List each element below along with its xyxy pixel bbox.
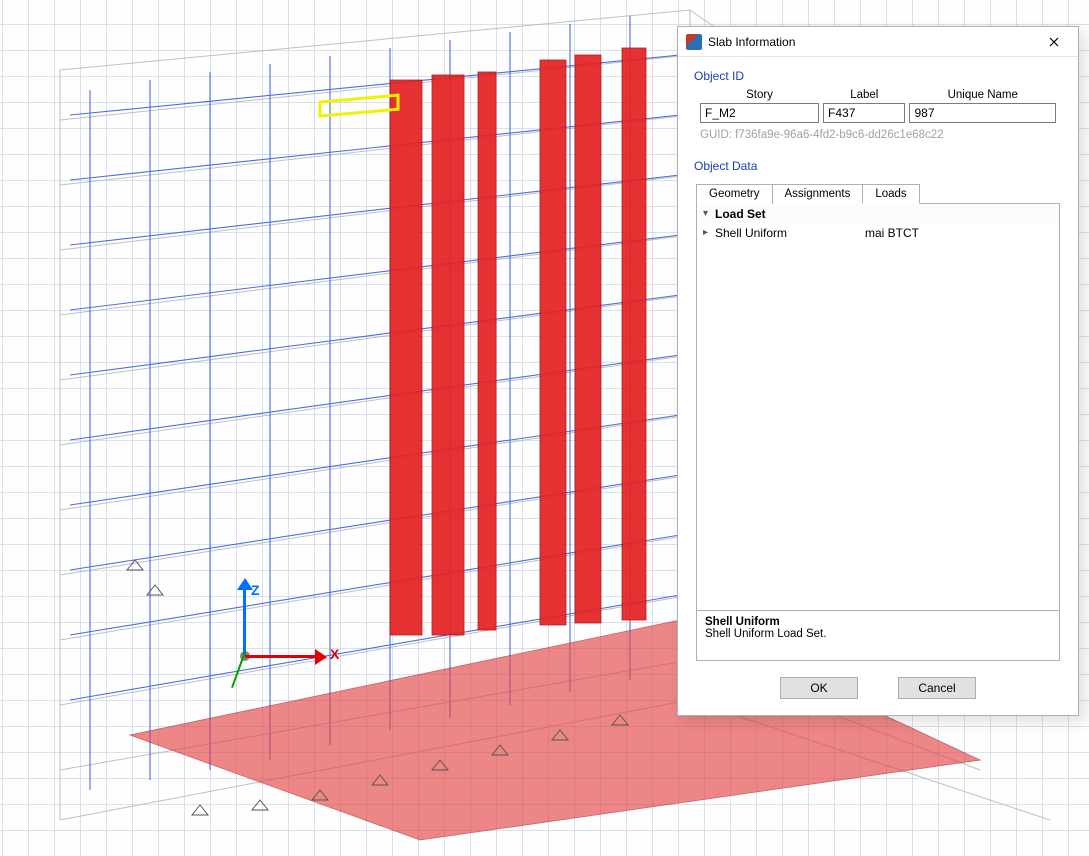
close-icon <box>1049 37 1059 47</box>
object-id-grid: Story Label Unique Name <box>700 89 1056 123</box>
story-field[interactable] <box>700 103 819 123</box>
app-icon <box>686 34 702 50</box>
label-field[interactable] <box>823 103 905 123</box>
description-title: Shell Uniform <box>705 616 1051 628</box>
object-data-label: Object Data <box>694 159 1062 173</box>
guid-line: GUID: f736fa9e-96a6-4fd2-b9c6-dd26c1e68c… <box>700 129 1056 141</box>
ok-button[interactable]: OK <box>780 677 858 699</box>
story-header: Story <box>700 89 819 103</box>
tabstrip: Geometry Assignments Loads <box>696 184 1060 204</box>
description-panel: Shell Uniform Shell Uniform Load Set. <box>697 610 1059 660</box>
description-text: Shell Uniform Load Set. <box>705 628 1051 640</box>
object-id-label: Object ID <box>694 69 1062 83</box>
loads-panel: ▾ Load Set ▸ Shell Uniform mai BTCT Shel… <box>696 203 1060 661</box>
dialog-title: Slab Information <box>708 35 1036 49</box>
unique-header: Unique Name <box>909 89 1056 103</box>
cancel-button[interactable]: Cancel <box>898 677 976 699</box>
tab-assignments[interactable]: Assignments <box>772 184 864 204</box>
loads-tree[interactable]: ▾ Load Set ▸ Shell Uniform mai BTCT <box>697 204 1059 610</box>
tab-geometry[interactable]: Geometry <box>696 184 773 204</box>
load-set-group[interactable]: ▾ Load Set <box>697 204 1059 223</box>
label-header: Label <box>823 89 905 103</box>
close-button[interactable] <box>1036 29 1072 55</box>
chevron-right-icon[interactable]: ▸ <box>703 227 715 238</box>
axis-z-label: Z <box>251 582 260 598</box>
tab-loads[interactable]: Loads <box>862 184 919 204</box>
load-row-shell-uniform[interactable]: ▸ Shell Uniform mai BTCT <box>697 223 1059 242</box>
unique-name-field[interactable] <box>909 103 1056 123</box>
slab-information-dialog: Slab Information Object ID Story Label U… <box>677 26 1079 716</box>
axis-x-label: X <box>330 646 339 662</box>
titlebar[interactable]: Slab Information <box>678 27 1078 57</box>
chevron-down-icon[interactable]: ▾ <box>703 208 715 219</box>
